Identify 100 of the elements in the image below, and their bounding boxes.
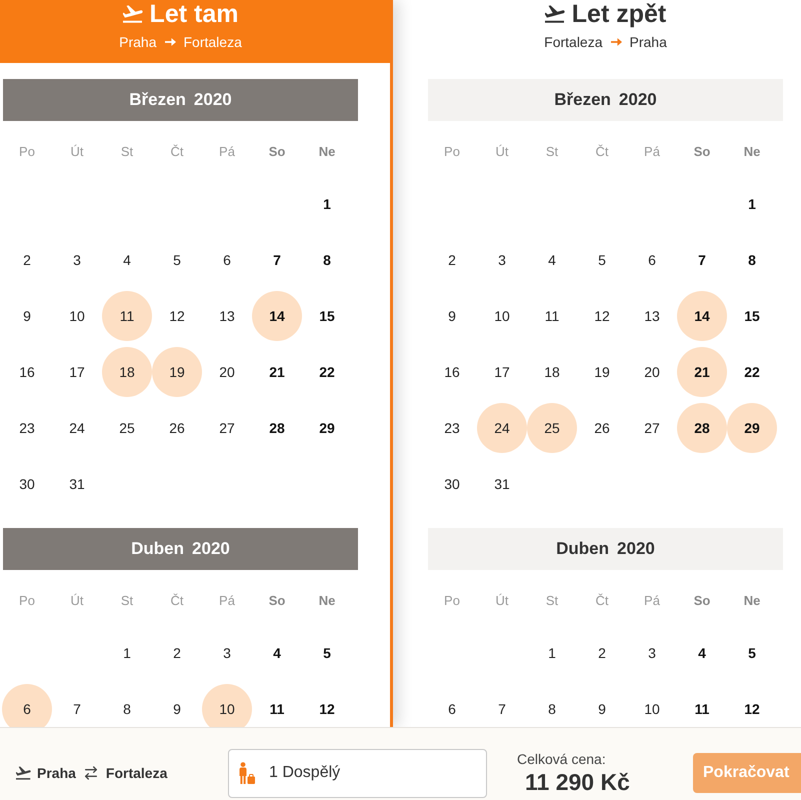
calendar-day[interactable]: 27 xyxy=(202,403,252,453)
calendar-day[interactable]: 7 xyxy=(677,235,727,285)
plane-icon xyxy=(16,766,31,780)
calendar-day[interactable]: 5 xyxy=(152,235,202,285)
calendar-day[interactable]: 11 xyxy=(102,291,152,341)
calendar-day[interactable]: 12 xyxy=(152,291,202,341)
calendar-day[interactable]: 19 xyxy=(577,347,627,397)
calendar-day[interactable]: 2 xyxy=(152,628,202,678)
weekday-label: St xyxy=(120,143,134,162)
calendar-day[interactable]: 12 xyxy=(577,291,627,341)
calendar-day[interactable]: 20 xyxy=(627,347,677,397)
calendar-day[interactable]: 1 xyxy=(102,628,152,678)
calendar-day[interactable]: 24 xyxy=(477,403,527,453)
calendar-day[interactable]: 1 xyxy=(302,179,352,229)
calendar-day[interactable]: 4 xyxy=(677,628,727,678)
calendar-day[interactable]: 10 xyxy=(52,291,102,341)
route-origin: Praha xyxy=(37,764,76,782)
calendar-day[interactable]: 5 xyxy=(577,235,627,285)
calendar-day[interactable]: 6 xyxy=(627,235,677,285)
calendar-day[interactable]: 6 xyxy=(2,684,52,727)
calendar-day[interactable]: 22 xyxy=(727,347,777,397)
calendar-day[interactable]: 7 xyxy=(252,235,302,285)
calendar-day[interactable]: 14 xyxy=(677,291,727,341)
calendar-day[interactable]: 18 xyxy=(527,347,577,397)
calendar-day[interactable]: 3 xyxy=(52,235,102,285)
calendar-day[interactable]: 23 xyxy=(2,403,52,453)
calendar-day[interactable]: 11 xyxy=(677,684,727,727)
calendar-day[interactable]: 23 xyxy=(427,403,477,453)
calendar-day[interactable]: 16 xyxy=(427,347,477,397)
calendar-day[interactable]: 9 xyxy=(152,684,202,727)
calendar-day[interactable]: 29 xyxy=(302,403,352,453)
calendar-day[interactable]: 2 xyxy=(577,628,627,678)
calendar-day[interactable]: 1 xyxy=(527,628,577,678)
calendar-day[interactable]: 11 xyxy=(252,684,302,727)
calendar-day[interactable]: 19 xyxy=(152,347,202,397)
calendar-day[interactable]: 3 xyxy=(477,235,527,285)
calendar-day[interactable]: 10 xyxy=(477,291,527,341)
month-name: Březen xyxy=(129,89,186,112)
weekday-label: St xyxy=(546,143,558,162)
calendar-day[interactable]: 17 xyxy=(477,347,527,397)
calendar-day[interactable]: 2 xyxy=(2,235,52,285)
calendar-day[interactable]: 7 xyxy=(477,684,527,727)
calendar-day[interactable]: 4 xyxy=(252,628,302,678)
calendar-day[interactable]: 15 xyxy=(727,291,777,341)
calendar-day[interactable]: 24 xyxy=(52,403,102,453)
calendar-day[interactable]: 10 xyxy=(627,684,677,727)
calendar-day[interactable]: 25 xyxy=(527,403,577,453)
calendar-day[interactable]: 18 xyxy=(102,347,152,397)
calendar-day[interactable]: 9 xyxy=(427,291,477,341)
calendar-day[interactable]: 21 xyxy=(252,347,302,397)
calendar-day[interactable]: 12 xyxy=(302,684,352,727)
calendar-day[interactable]: 1 xyxy=(727,179,777,229)
calendar-day[interactable]: 30 xyxy=(2,459,52,509)
calendar-day[interactable]: 8 xyxy=(727,235,777,285)
weekday-label: Út xyxy=(70,143,84,162)
calendar-day[interactable]: 4 xyxy=(102,235,152,285)
calendar-day[interactable]: 10 xyxy=(202,684,252,727)
calendar-day[interactable]: 16 xyxy=(2,347,52,397)
calendar-day[interactable]: 14 xyxy=(252,291,302,341)
calendar-day[interactable]: 13 xyxy=(627,291,677,341)
calendar-day[interactable]: 3 xyxy=(202,628,252,678)
calendar-day[interactable]: 6 xyxy=(427,684,477,727)
calendar-day[interactable]: 27 xyxy=(627,403,677,453)
calendar-day[interactable]: 31 xyxy=(477,459,527,509)
origin-city: Fortaleza xyxy=(544,32,602,52)
calendar-day[interactable]: 28 xyxy=(677,403,727,453)
calendar-day[interactable]: 5 xyxy=(727,628,777,678)
calendar-day[interactable]: 11 xyxy=(527,291,577,341)
origin-city: Praha xyxy=(119,32,156,52)
calendar-day[interactable]: 21 xyxy=(677,347,727,397)
calendar-day[interactable]: 31 xyxy=(52,459,102,509)
calendar-day[interactable]: 29 xyxy=(727,403,777,453)
calendar-day[interactable]: 2 xyxy=(427,235,477,285)
calendar-day[interactable]: 25 xyxy=(102,403,152,453)
calendar-day[interactable]: 26 xyxy=(577,403,627,453)
weekday-label: So xyxy=(268,592,286,610)
calendar-day[interactable]: 26 xyxy=(152,403,202,453)
calendar-day[interactable]: 7 xyxy=(52,684,102,727)
calendar-day[interactable]: 15 xyxy=(302,291,352,341)
calendar-day[interactable]: 9 xyxy=(2,291,52,341)
calendar-day[interactable]: 8 xyxy=(527,684,577,727)
weekday-label: Pá xyxy=(644,592,660,610)
calendar-day[interactable]: 3 xyxy=(627,628,677,678)
passenger-field[interactable]: 1 Dospělý xyxy=(228,748,487,798)
calendar-day[interactable]: 30 xyxy=(427,459,477,509)
calendar-day[interactable]: 8 xyxy=(102,684,152,727)
calendar-day[interactable]: 6 xyxy=(202,235,252,285)
calendar-day[interactable]: 9 xyxy=(577,684,627,727)
calendar-day[interactable]: 20 xyxy=(202,347,252,397)
calendar-day[interactable]: 17 xyxy=(52,347,102,397)
calendar-day[interactable]: 5 xyxy=(302,628,352,678)
calendar-day[interactable]: 13 xyxy=(202,291,252,341)
calendar-day[interactable]: 8 xyxy=(302,235,352,285)
calendar-day[interactable]: 12 xyxy=(727,684,777,727)
calendar-day[interactable]: 28 xyxy=(252,403,302,453)
weekday-label: Ne xyxy=(744,143,760,162)
year-label: 2020 xyxy=(194,89,232,112)
panel-title: Let tam xyxy=(150,0,238,28)
calendar-day[interactable]: 4 xyxy=(527,235,577,285)
calendar-day[interactable]: 22 xyxy=(302,347,352,397)
